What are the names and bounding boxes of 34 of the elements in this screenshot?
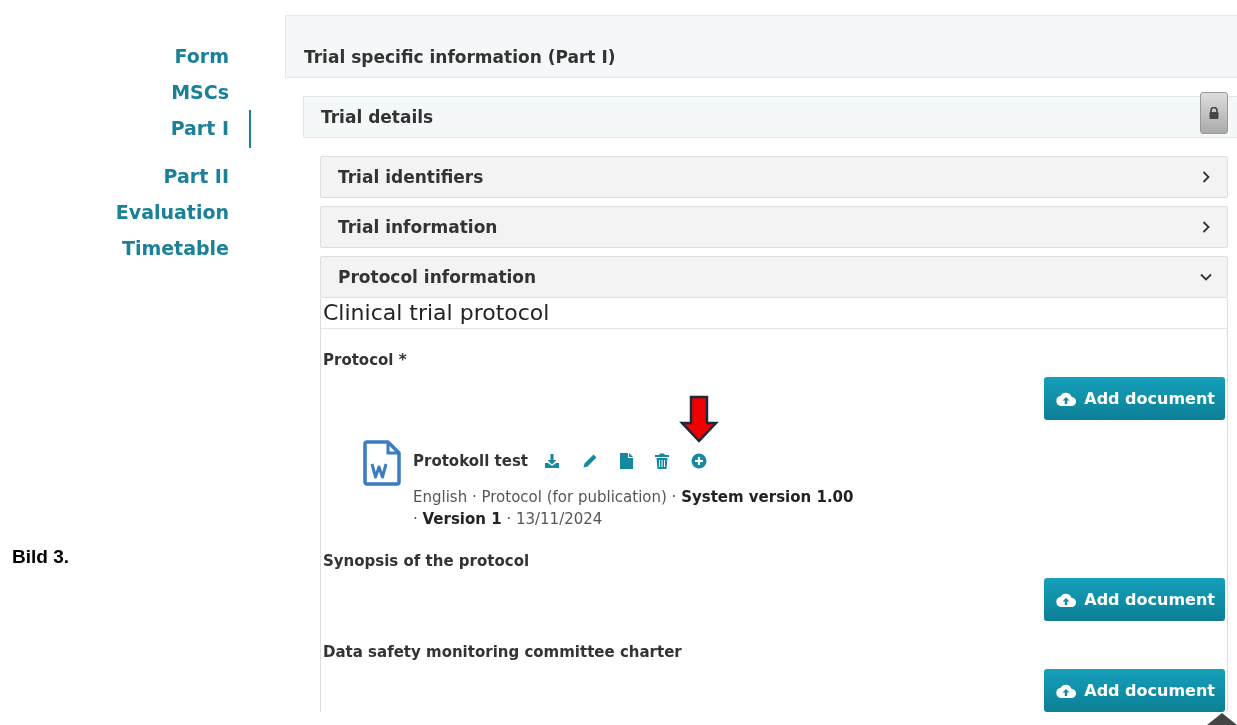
figure-caption: Bild 3. (12, 546, 69, 568)
add-document-button[interactable]: Add document (1044, 669, 1225, 712)
document-details: English · Protocol (for publication) · System version 1.00 · Version 1 · 13/11/2024 (413, 487, 855, 530)
add-document-button[interactable]: Add document (1044, 377, 1225, 420)
lock-icon (1209, 107, 1219, 119)
nav-link[interactable]: Timetable (121, 230, 229, 266)
field-label: Protocol * (323, 351, 408, 369)
cloud-upload-icon (1056, 592, 1077, 607)
accordion-header[interactable]: Trial identifiers (320, 156, 1228, 198)
content-heading: Clinical trial protocol (321, 298, 1227, 329)
nav-link[interactable]: Form (174, 38, 229, 74)
delete-icon[interactable] (655, 453, 669, 469)
nav-link[interactable]: Part II (163, 158, 229, 194)
add-document-button[interactable]: Add document (1044, 578, 1225, 621)
field-label: Synopsis of the protocol (323, 552, 531, 570)
nav-link[interactable]: Evaluation (115, 194, 229, 230)
annotation-arrow-icon (679, 395, 719, 443)
cloud-upload-icon (1056, 683, 1077, 698)
document-name: Protokoll test (413, 452, 528, 470)
edit-icon[interactable] (582, 453, 598, 469)
panel-title: Trial specific information (Part I) (304, 47, 616, 67)
nav-link[interactable]: MSCs (171, 74, 229, 110)
lock-button[interactable] (1200, 92, 1228, 134)
file-icon[interactable] (620, 453, 633, 469)
accordion-header[interactable]: Trial information (320, 206, 1228, 248)
section-title: Trial details (321, 107, 434, 127)
download-icon[interactable] (544, 453, 560, 469)
word-document-icon (363, 440, 401, 486)
scroll-top-icon[interactable] (1207, 713, 1237, 725)
nav-link[interactable]: Part I (170, 110, 251, 148)
add-icon[interactable] (691, 453, 707, 469)
cloud-upload-icon (1056, 391, 1077, 406)
field-label: Data safety monitoring committee charter (323, 643, 683, 661)
accordion-header[interactable]: Protocol information (320, 256, 1228, 298)
